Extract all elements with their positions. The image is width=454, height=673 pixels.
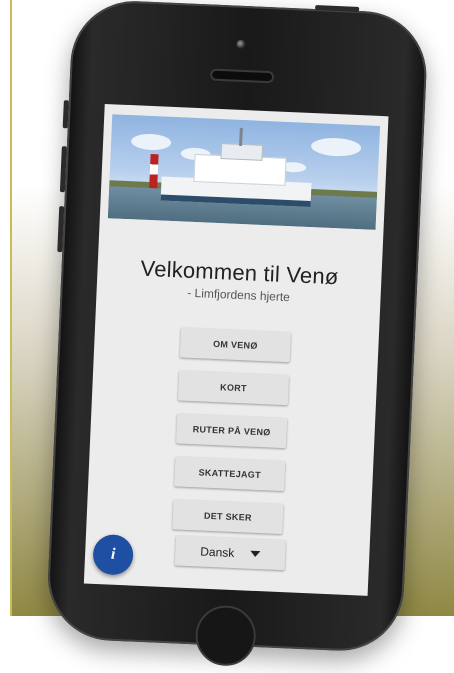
speaker-icon bbox=[211, 70, 273, 82]
det-sker-button[interactable]: DET SKER bbox=[172, 499, 284, 535]
power-button bbox=[315, 5, 360, 12]
volume-up-button bbox=[59, 146, 67, 193]
phone-frame: Velkommen til Venø - Limfjordens hjerte … bbox=[45, 0, 429, 668]
page-left-strip bbox=[0, 0, 12, 616]
info-icon: i bbox=[110, 545, 116, 563]
info-button[interactable]: i bbox=[92, 533, 134, 576]
dropdown-caret-icon bbox=[250, 550, 261, 558]
volume-down-button bbox=[57, 206, 65, 253]
app-screen: Velkommen til Venø - Limfjordens hjerte … bbox=[83, 103, 389, 596]
mute-switch bbox=[62, 100, 69, 129]
om-veno-button[interactable]: OM VENØ bbox=[179, 327, 291, 363]
kort-button[interactable]: KORT bbox=[177, 370, 290, 406]
language-selected-value: Dansk bbox=[200, 544, 235, 561]
home-button bbox=[194, 604, 257, 668]
language-select[interactable]: Dansk bbox=[174, 535, 286, 571]
camera-icon bbox=[236, 39, 246, 50]
ferry-header-image bbox=[107, 114, 381, 230]
ruter-pa-veno-button[interactable]: RUTER PÅ VENØ bbox=[176, 413, 288, 449]
skattejagt-button[interactable]: SKATTEJAGT bbox=[174, 456, 286, 492]
